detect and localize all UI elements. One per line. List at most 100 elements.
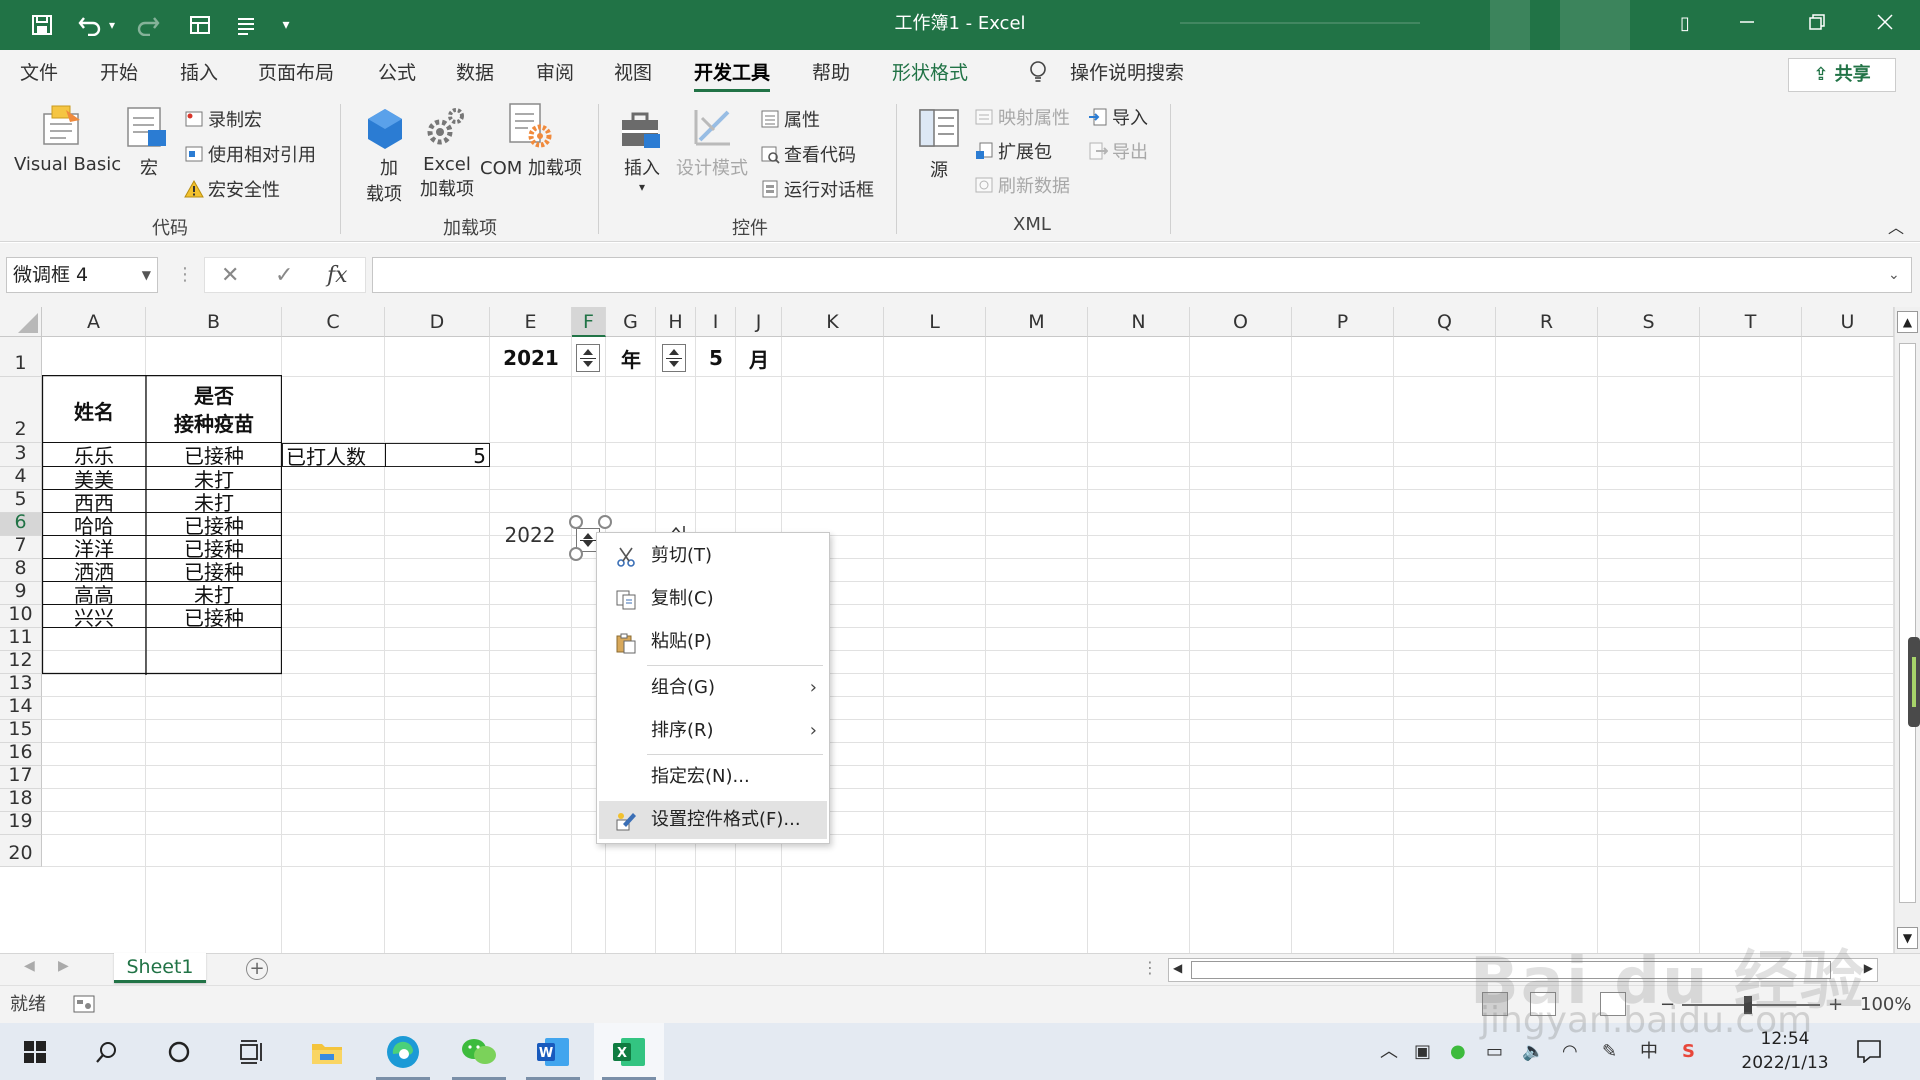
row-header-19[interactable]: 19 <box>0 810 42 835</box>
cell-a2[interactable]: 姓名 <box>42 377 146 443</box>
menu-item-order[interactable]: 排序(R) › <box>599 712 827 750</box>
cell-e1[interactable]: 2021 <box>490 339 572 377</box>
row-header-15[interactable]: 15 <box>0 718 42 743</box>
spin-button-year[interactable] <box>576 344 600 372</box>
vertical-scroll-thumb[interactable] <box>1899 343 1916 903</box>
cancel-icon[interactable]: ✕ <box>221 258 239 294</box>
restore-icon[interactable] <box>1782 0 1852 50</box>
edge-browser-icon[interactable] <box>368 1023 438 1080</box>
wechat-tray-icon[interactable]: ● <box>1450 1023 1466 1080</box>
row-header-2[interactable]: 2 <box>0 377 42 443</box>
column-header-s[interactable]: S <box>1598 307 1700 337</box>
add-sheet-icon[interactable]: + <box>246 958 268 980</box>
select-all-corner[interactable] <box>0 307 42 337</box>
split-handle-icon[interactable]: ⋮ <box>1142 958 1158 977</box>
wechat-icon[interactable] <box>444 1023 514 1080</box>
xml-source-button[interactable]: 源 <box>930 156 948 182</box>
resize-handle[interactable] <box>569 515 583 529</box>
share-button[interactable]: ⇪ 共享 <box>1788 58 1896 92</box>
column-header-u[interactable]: U <box>1802 307 1894 337</box>
name-box[interactable]: 微调框 4 ▼ <box>6 257 158 293</box>
tab-help[interactable]: 帮助 <box>812 56 850 90</box>
cell-e6[interactable]: 2022 <box>490 523 570 547</box>
menu-item-paste[interactable]: 粘贴(P) <box>599 623 827 661</box>
name-box-dropdown-icon[interactable]: ▼ <box>142 258 151 292</box>
tell-me-search[interactable]: 操作说明搜索 <box>1070 56 1184 90</box>
tab-developer[interactable]: 开发工具 <box>694 56 771 92</box>
sheet-prev-icon[interactable]: ◀ <box>24 958 35 974</box>
notification-icon[interactable] <box>1856 1023 1882 1080</box>
menu-item-group[interactable]: 组合(G) › <box>599 669 827 707</box>
design-mode-button[interactable]: 设计模式 <box>676 154 748 180</box>
macro-security-button[interactable]: 宏安全性 <box>184 176 280 202</box>
word-icon[interactable]: W <box>518 1023 588 1080</box>
cell-b2[interactable]: 是否 接种疫苗 <box>146 377 282 443</box>
insert-function-icon[interactable]: fx <box>327 258 348 294</box>
cortana-icon[interactable] <box>144 1023 214 1080</box>
column-header-l[interactable]: L <box>884 307 986 337</box>
import-button[interactable]: 导入 <box>1088 104 1148 130</box>
row-header-20[interactable]: 20 <box>0 835 42 867</box>
row-header-1[interactable]: 1 <box>0 337 42 377</box>
column-header-h[interactable]: H <box>656 307 696 337</box>
column-header-i[interactable]: I <box>696 307 736 337</box>
chevron-up-icon[interactable]: ︿ <box>1380 1023 1398 1080</box>
row-header-3[interactable]: 3 <box>0 442 42 467</box>
tab-view[interactable]: 视图 <box>614 56 652 90</box>
spin-button-month[interactable] <box>662 344 686 372</box>
sheet-next-icon[interactable]: ▶ <box>58 958 69 974</box>
column-header-p[interactable]: P <box>1292 307 1394 337</box>
row-header-12[interactable]: 12 <box>0 649 42 674</box>
row-header-4[interactable]: 4 <box>0 465 42 490</box>
column-header-d[interactable]: D <box>385 307 490 337</box>
file-explorer-icon[interactable] <box>292 1023 362 1080</box>
cell-vaccine-status[interactable]: 已接种 <box>146 605 282 630</box>
scroll-up-icon[interactable]: ▲ <box>1897 311 1918 333</box>
column-header-n[interactable]: N <box>1088 307 1190 337</box>
row-header-16[interactable]: 16 <box>0 741 42 766</box>
com-addins-button[interactable]: COM 加载项 <box>480 154 582 180</box>
column-header-k[interactable]: K <box>782 307 884 337</box>
column-header-b[interactable]: B <box>146 307 282 337</box>
windows-start-icon[interactable] <box>0 1023 70 1080</box>
menu-item-format-control[interactable]: 设置控件格式(F)... <box>599 801 827 839</box>
row-header-7[interactable]: 7 <box>0 534 42 559</box>
row-header-8[interactable]: 8 <box>0 557 42 582</box>
row-header-5[interactable]: 5 <box>0 488 42 513</box>
formula-input[interactable] <box>372 257 1912 293</box>
cell-d3[interactable]: 5 <box>386 444 486 468</box>
properties-button[interactable]: 属性 <box>760 106 820 132</box>
insert-control-button[interactable]: 插入 ▾ <box>624 154 660 194</box>
menu-item-cut[interactable]: 剪切(T) <box>599 537 827 575</box>
scroll-down-icon[interactable]: ▼ <box>1897 927 1918 949</box>
column-header-m[interactable]: M <box>986 307 1088 337</box>
tab-shape-format[interactable]: 形状格式 <box>892 56 968 90</box>
column-header-c[interactable]: C <box>282 307 385 337</box>
menu-item-assign-macro[interactable]: 指定宏(N)... <box>599 758 827 796</box>
tab-review[interactable]: 审阅 <box>536 56 574 90</box>
column-header-g[interactable]: G <box>606 307 656 337</box>
excel-addins-button[interactable]: Excel 加载项 <box>420 154 474 201</box>
row-header-17[interactable]: 17 <box>0 764 42 789</box>
column-header-j[interactable]: J <box>736 307 782 337</box>
tab-formulas[interactable]: 公式 <box>378 56 416 90</box>
ribbon-display-icon[interactable]: ▯ <box>1650 0 1720 50</box>
more-options-icon[interactable]: ⋮ <box>176 257 194 293</box>
vertical-scrollbar[interactable]: ▲ ▼ <box>1894 307 1920 953</box>
view-code-button[interactable]: 查看代码 <box>760 141 856 167</box>
menu-item-copy[interactable]: 复制(C) <box>599 580 827 618</box>
excel-icon[interactable]: X <box>594 1023 664 1080</box>
tab-file[interactable]: 文件 <box>20 56 58 90</box>
record-macro-button[interactable]: 录制宏 <box>184 106 262 132</box>
column-header-a[interactable]: A <box>42 307 146 337</box>
resize-handle[interactable] <box>598 515 612 529</box>
row-header-11[interactable]: 11 <box>0 626 42 651</box>
addins-button[interactable]: 加 载项 <box>366 154 402 206</box>
search-icon[interactable] <box>72 1023 142 1080</box>
cell-i1[interactable]: 5 <box>696 339 736 377</box>
cell-j1[interactable]: 月 <box>736 339 782 377</box>
tab-insert[interactable]: 插入 <box>180 56 218 90</box>
cell-c3[interactable]: 已打人数 <box>284 444 384 469</box>
macro-record-status-icon[interactable] <box>72 992 96 1018</box>
zoom-level[interactable]: 100% <box>1860 986 1911 1024</box>
